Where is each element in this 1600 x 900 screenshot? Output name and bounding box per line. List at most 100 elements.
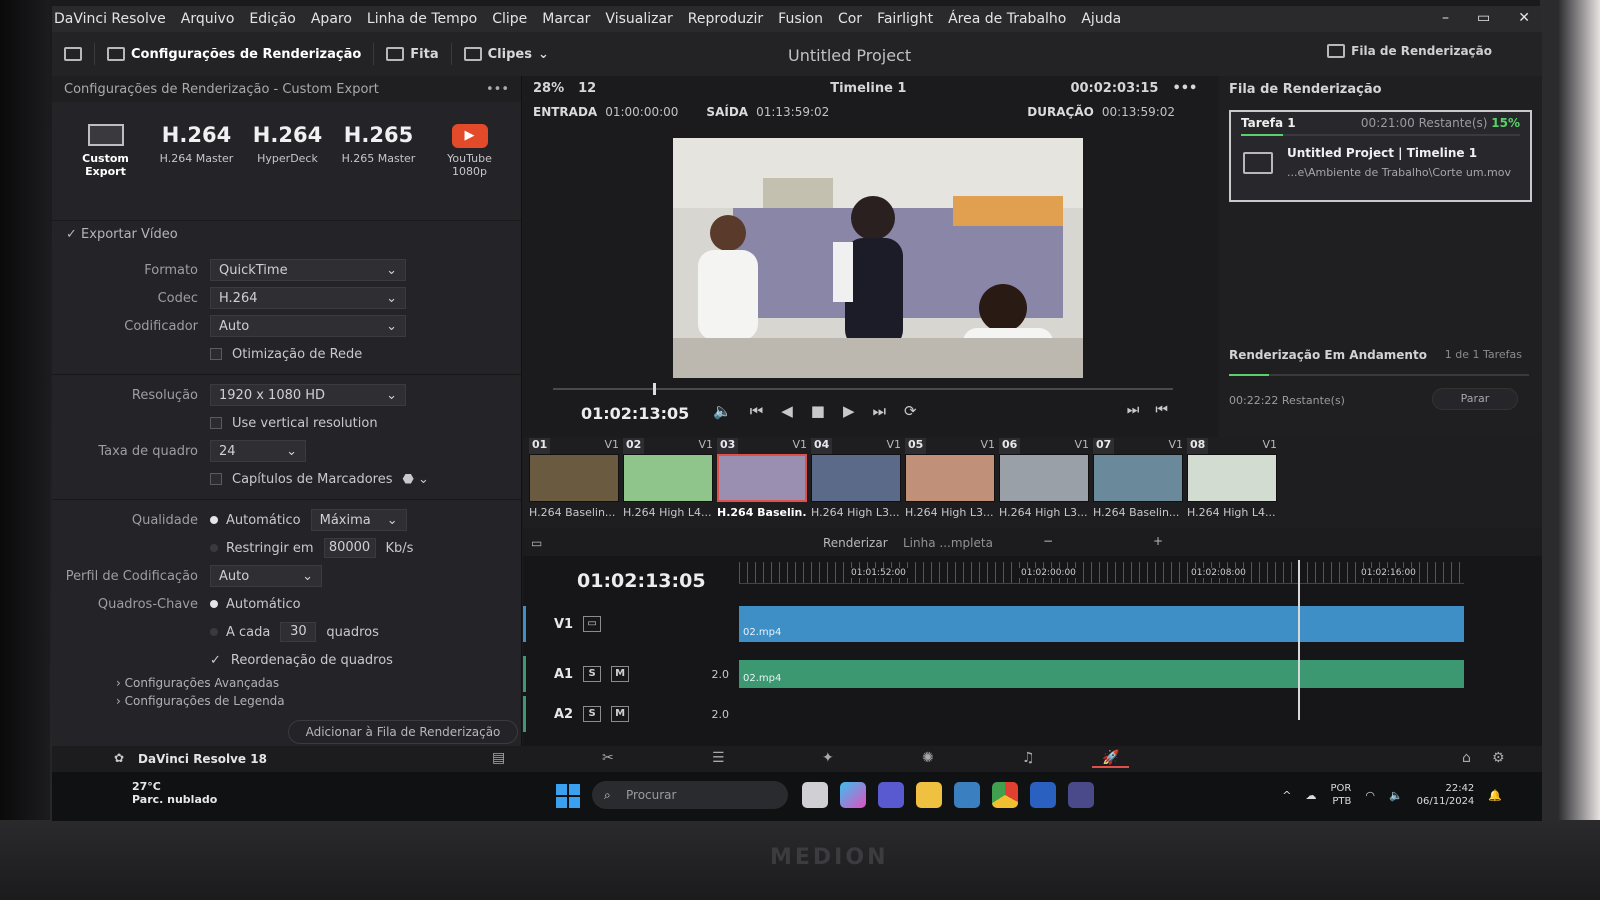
- menu-reproduzir[interactable]: Reproduzir: [688, 11, 763, 27]
- more-options-icon[interactable]: •••: [1172, 81, 1197, 96]
- export-video-section[interactable]: ✓ Exportar Vídeo: [52, 220, 521, 248]
- zoom-in-icon[interactable]: +: [1153, 534, 1163, 548]
- maximize-icon[interactable]: ▭: [1477, 10, 1490, 26]
- mute-button[interactable]: M: [611, 706, 630, 722]
- restrict-radio[interactable]: [210, 544, 218, 552]
- checkmark-icon[interactable]: ✓: [210, 653, 221, 668]
- stop-render-button[interactable]: Parar: [1432, 388, 1518, 410]
- menu-area-de-trabalho[interactable]: Área de Trabalho: [948, 11, 1066, 27]
- zoom-select[interactable]: 28%: [533, 81, 564, 96]
- file-explorer-icon[interactable]: [916, 782, 942, 808]
- word-icon[interactable]: [1030, 782, 1056, 808]
- preset-hyperdeck[interactable]: H.264 HyperDeck: [246, 118, 329, 214]
- prev-edit-icon[interactable]: ⏮: [1155, 402, 1168, 418]
- chapters-checkbox[interactable]: [210, 473, 222, 485]
- scrubber-handle[interactable]: [653, 383, 656, 395]
- clip-thumbnail[interactable]: 07 V1 H.264 Baselin...: [1093, 438, 1183, 528]
- solo-button[interactable]: S: [583, 706, 602, 722]
- quality-select[interactable]: Máxima ⌄: [310, 509, 407, 531]
- solo-button[interactable]: S: [583, 666, 602, 682]
- menu-linha-de-tempo[interactable]: Linha de Tempo: [367, 11, 477, 27]
- preset-h264-master[interactable]: H.264 H.264 Master: [155, 118, 238, 214]
- cloud-icon[interactable]: ☁: [1305, 789, 1316, 802]
- menu-visualizar[interactable]: Visualizar: [605, 11, 672, 27]
- format-select[interactable]: QuickTime ⌄: [210, 259, 406, 281]
- preset-youtube[interactable]: ▶ YouTube 1080p: [428, 118, 511, 214]
- davinci-taskbar-icon[interactable]: [1068, 782, 1094, 808]
- timeline-ruler[interactable]: 01:01:52:00 01:02:00:00 01:02:08:00 01:0…: [739, 562, 1464, 584]
- more-options-icon[interactable]: •••: [486, 82, 509, 97]
- copilot-icon[interactable]: [840, 782, 866, 808]
- clip-thumbnail[interactable]: 06 V1 H.264 High L3...: [999, 438, 1089, 528]
- edit-page-icon[interactable]: ☰: [712, 750, 725, 766]
- deliver-page-icon[interactable]: 🚀: [1092, 750, 1130, 768]
- video-clip[interactable]: 02.mp4: [739, 606, 1464, 642]
- render-queue-button[interactable]: Fila de Renderização: [1327, 44, 1492, 58]
- subtitle-settings-toggle[interactable]: › Configurações de Legenda: [52, 692, 521, 710]
- menu-cor[interactable]: Cor: [838, 11, 862, 27]
- codec-select[interactable]: H.264 ⌄: [210, 287, 406, 309]
- loop-icon[interactable]: ⟳: [904, 402, 917, 420]
- framerate-select[interactable]: 24 ⌄: [210, 440, 306, 462]
- every-radio[interactable]: [210, 628, 218, 636]
- keyframes-auto-radio[interactable]: [210, 600, 218, 608]
- preset-custom-export[interactable]: Custom Export: [64, 118, 147, 214]
- menu-fairlight[interactable]: Fairlight: [877, 11, 933, 27]
- wifi-icon[interactable]: ◠: [1365, 789, 1375, 802]
- network-opt-checkbox[interactable]: [210, 348, 222, 360]
- media-page-icon[interactable]: ▤: [492, 750, 505, 766]
- render-job[interactable]: Tarefa 1 00:21:00 Restante(s) 15% Untitl…: [1229, 110, 1532, 202]
- tape-button[interactable]: Fita: [374, 47, 450, 62]
- notification-bell-icon[interactable]: 🔔: [1488, 789, 1502, 802]
- language-indicator[interactable]: POR PTB: [1330, 782, 1351, 808]
- menu-davinci[interactable]: DaVinci Resolve: [54, 11, 166, 27]
- clip-thumbnail[interactable]: 02 V1 H.264 High L4...: [623, 438, 713, 528]
- scrubber[interactable]: [553, 383, 1173, 395]
- skip-end-icon[interactable]: ⏭: [872, 402, 886, 420]
- playhead[interactable]: [1298, 560, 1300, 720]
- chevron-up-icon[interactable]: ^: [1282, 789, 1291, 802]
- audio-clip[interactable]: 02.mp4: [739, 660, 1464, 688]
- zoom-out-icon[interactable]: −: [1043, 534, 1053, 548]
- vertical-res-checkbox[interactable]: [210, 417, 222, 429]
- store-icon[interactable]: [954, 782, 980, 808]
- quality-auto-radio[interactable]: [210, 516, 218, 524]
- menu-marcar[interactable]: Marcar: [542, 11, 590, 27]
- play-icon[interactable]: ▶: [843, 402, 855, 420]
- resolution-select[interactable]: 1920 x 1080 HD ⌄: [210, 384, 406, 406]
- menu-edicao[interactable]: Edição: [249, 11, 295, 27]
- stop-icon[interactable]: ■: [811, 402, 825, 420]
- render-settings-button[interactable]: Configurações de Renderização: [95, 47, 373, 62]
- volume-icon[interactable]: 🔈: [713, 402, 732, 420]
- settings-icon[interactable]: ⚙: [1492, 750, 1505, 766]
- add-to-render-queue-button[interactable]: Adicionar à Fila de Renderização: [288, 720, 518, 744]
- clip-thumbnail[interactable]: 01 V1 H.264 Baselin...: [529, 438, 619, 528]
- close-icon[interactable]: ✕: [1518, 10, 1530, 26]
- encoder-select[interactable]: Auto ⌄: [210, 315, 406, 337]
- clip-thumbnail[interactable]: 04 V1 H.264 High L3...: [811, 438, 901, 528]
- windows-start-icon[interactable]: [556, 784, 580, 808]
- clip-thumbnail[interactable]: 08 V1 H.264 High L4...: [1187, 438, 1277, 528]
- restrict-input[interactable]: 80000: [323, 538, 376, 558]
- menu-ajuda[interactable]: Ajuda: [1081, 11, 1121, 27]
- taskbar-search[interactable]: ⌕ Procurar: [592, 781, 788, 809]
- chrome-icon[interactable]: [992, 782, 1018, 808]
- preset-h265-master[interactable]: H.265 H.265 Master: [337, 118, 420, 214]
- render-mode-select[interactable]: Linha ...mpleta: [903, 536, 993, 550]
- mute-button[interactable]: M: [611, 666, 630, 682]
- teams-icon[interactable]: [878, 782, 904, 808]
- profile-select[interactable]: Auto ⌄: [210, 565, 322, 587]
- speaker-icon[interactable]: 🔈: [1389, 789, 1403, 802]
- menu-clipe[interactable]: Clipe: [492, 11, 527, 27]
- timeline-view-icon[interactable]: ▭: [531, 536, 542, 550]
- skip-start-icon[interactable]: ⏮: [750, 402, 764, 420]
- next-edit-icon[interactable]: ⏭: [1127, 402, 1140, 418]
- timeline-select[interactable]: Timeline 1: [830, 81, 906, 96]
- fairlight-page-icon[interactable]: ♫: [1022, 750, 1035, 766]
- menu-aparo[interactable]: Aparo: [311, 11, 352, 27]
- color-page-icon[interactable]: ✺: [922, 750, 934, 766]
- monitor-toggle[interactable]: [52, 47, 94, 61]
- clock[interactable]: 22:42 06/11/2024: [1417, 782, 1475, 808]
- advanced-settings-toggle[interactable]: › Configurações Avançadas: [52, 674, 521, 692]
- play-reverse-icon[interactable]: ◀: [781, 402, 793, 420]
